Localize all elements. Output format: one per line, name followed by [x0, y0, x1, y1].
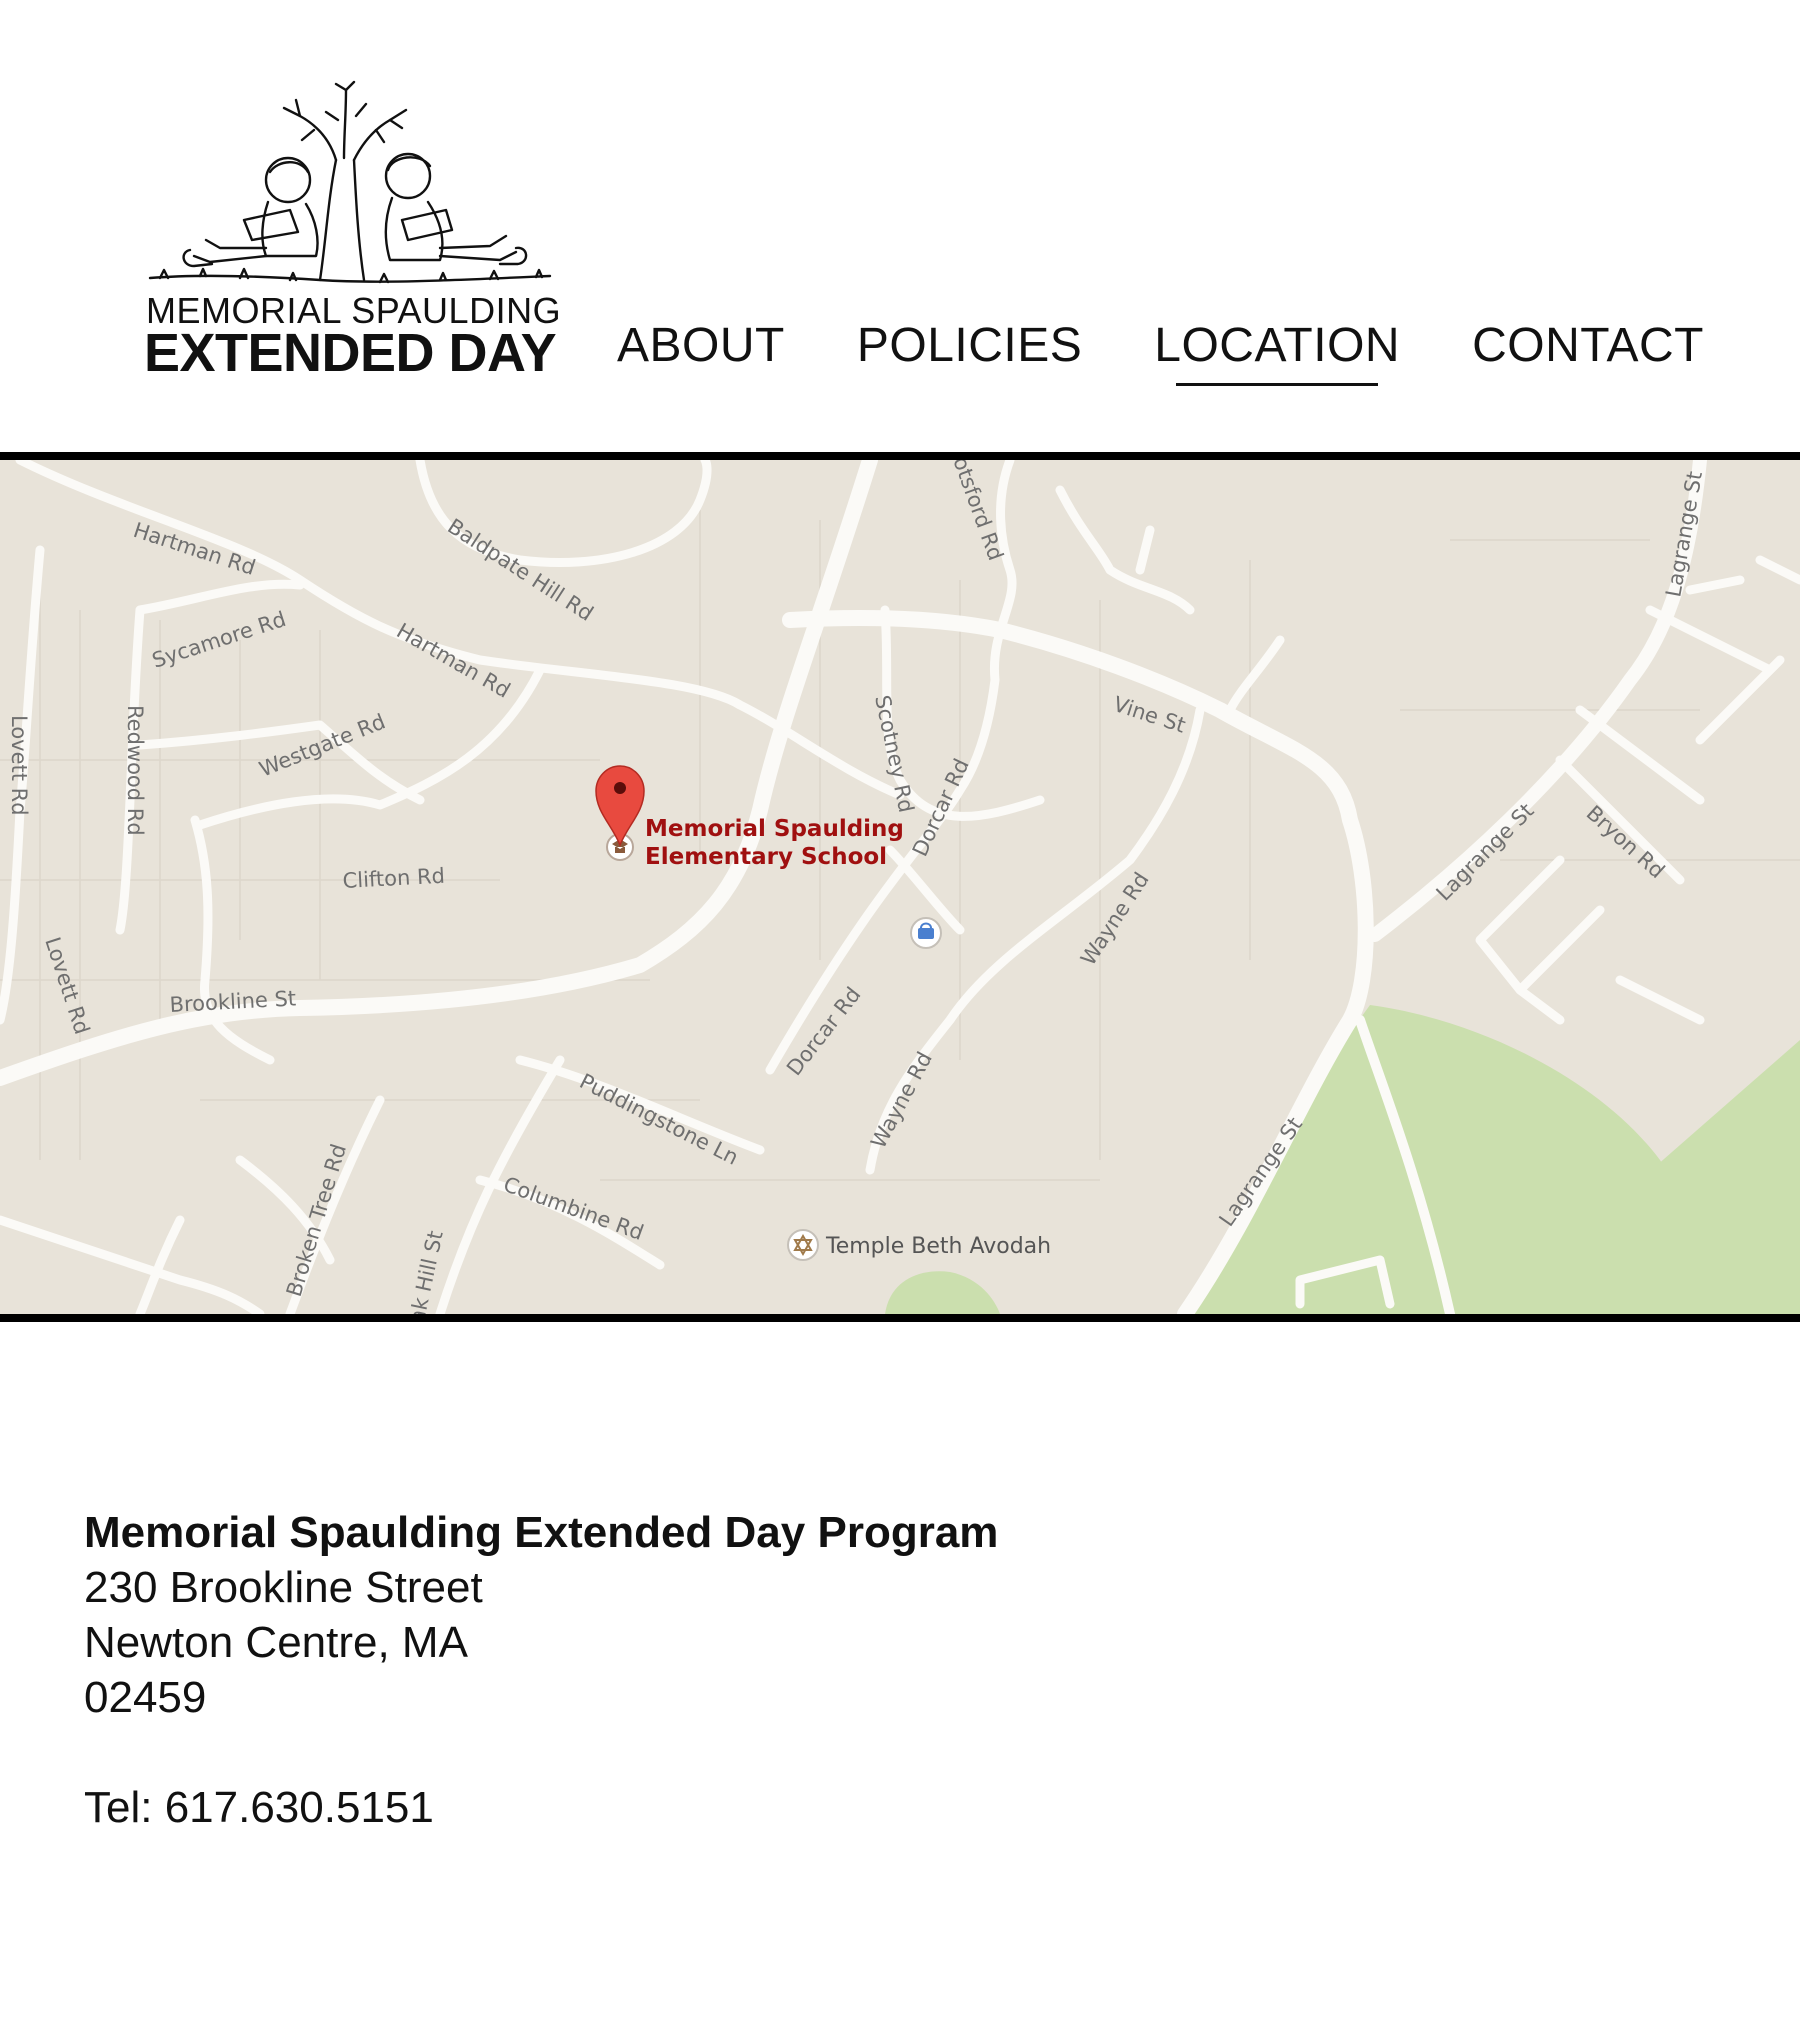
road-label: Lovett Rd — [7, 715, 31, 816]
address-block: Memorial Spaulding Extended Day Program … — [84, 1505, 1284, 1835]
tree-children-illustration — [148, 80, 552, 284]
main-nav: ABOUT POLICIES LOCATION CONTACT — [617, 318, 1704, 386]
nav-policies[interactable]: POLICIES — [857, 318, 1082, 374]
location-map[interactable]: Hartman Rd Hartman Rd Baldpate Hill Rd S… — [0, 452, 1800, 1322]
logo-text-line2: EXTENDED DAY — [144, 323, 557, 383]
marker-label-line2: Elementary School — [645, 844, 887, 870]
phone-number[interactable]: Tel: 617.630.5151 — [84, 1780, 1284, 1835]
road-label: Redwood Rd — [123, 705, 147, 836]
nav-contact[interactable]: CONTACT — [1472, 318, 1704, 374]
temple-label: Temple Beth Avodah — [825, 1234, 1051, 1259]
temple-poi-icon[interactable] — [787, 1229, 819, 1261]
zip-code: 02459 — [84, 1673, 207, 1722]
street-address: 230 Brookline Street — [84, 1563, 483, 1612]
site-logo[interactable]: MEMORIAL SPAULDING EXTENDED DAY — [140, 80, 561, 383]
nav-location[interactable]: LOCATION — [1154, 318, 1400, 386]
map-canvas[interactable]: Hartman Rd Hartman Rd Baldpate Hill Rd S… — [0, 460, 1800, 1314]
shopping-poi-icon[interactable] — [910, 917, 942, 949]
program-name: Memorial Spaulding Extended Day Program — [84, 1508, 999, 1557]
marker-label-line1: Memorial Spaulding — [645, 816, 904, 842]
city-state: Newton Centre, MA — [84, 1618, 468, 1667]
nav-about[interactable]: ABOUT — [617, 318, 785, 374]
